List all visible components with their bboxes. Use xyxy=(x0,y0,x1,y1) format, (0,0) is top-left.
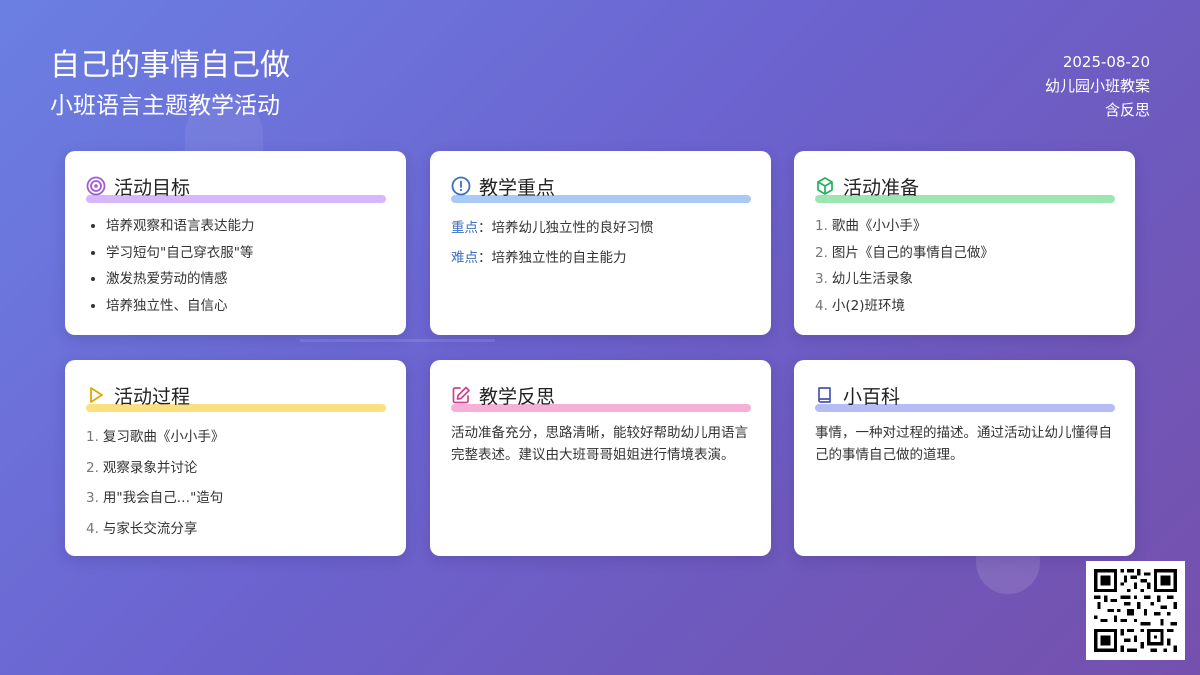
list-item: 2. 图片《自己的事情自己做》 xyxy=(815,244,994,261)
category-label: 幼儿园小班教案 xyxy=(1044,77,1150,95)
card-process: 活动过程 1. 复习歌曲《小小手》 2. 观察录象并讨论 3. 用"我会自己…"造句 … xyxy=(65,360,406,556)
card-title: 活动过程 xyxy=(114,385,191,408)
decorative-line xyxy=(300,339,495,342)
note-label: 含反思 xyxy=(1104,101,1150,119)
card-title: 教学重点 xyxy=(479,176,556,199)
key-label: 重点 xyxy=(451,220,478,236)
card-preparation: 活动准备 1. 歌曲《小小手》 2. 图片《自己的事情自己做》 3. 幼儿生活录象 4… xyxy=(794,151,1135,335)
difficulty-point: 难点：培养独立性的自主能力 xyxy=(451,243,751,273)
page-subtitle: 小班语言主题教学活动 xyxy=(50,93,280,119)
card-title: 小百科 xyxy=(843,385,901,408)
card-encyclopedia: 小百科 事情，一种对过程的描述。通过活动让幼儿懂得自己的事情自己做的道理。 xyxy=(794,360,1135,556)
cube-icon xyxy=(815,176,835,196)
qr-code-graphic xyxy=(1094,569,1177,652)
header-meta: 2025-08-20 幼儿园小班教案 含反思 xyxy=(1045,50,1150,122)
list-item: 4. 小(2)班环境 xyxy=(815,297,906,314)
qr-code-icon[interactable] xyxy=(1086,561,1185,660)
encyclopedia-text: 事情，一种对过程的描述。通过活动让幼儿懂得自己的事情自己做的道理。 xyxy=(815,425,1112,463)
reflection-text: 活动准备充分，思路清晰，能较好帮助幼儿用语言完整表述。建议由大班哥哥姐姐进行情境… xyxy=(451,425,748,463)
list-item: 激发热爱劳动的情感 xyxy=(106,266,386,293)
list-item: 3. 幼儿生活录象 xyxy=(815,271,913,287)
date-label: 2025-08-20 xyxy=(1062,53,1150,71)
list-item: 学习短句"自己穿衣服"等 xyxy=(106,240,386,267)
card-title: 活动准备 xyxy=(843,176,920,199)
list-item: 4. 与家长交流分享 xyxy=(86,520,198,537)
list-item: 2. 观察录象并讨论 xyxy=(86,459,198,476)
alert-circle-icon xyxy=(451,176,471,196)
play-icon xyxy=(86,385,106,405)
list-item: 1. 复习歌曲《小小手》 xyxy=(86,429,225,445)
list-item: 3. 用"我会自己…"造句 xyxy=(86,490,224,506)
book-icon xyxy=(815,385,835,405)
process-list: 1. 复习歌曲《小小手》 2. 观察录象并讨论 3. 用"我会自己…"造句 4. 与家长… xyxy=(86,422,386,544)
key-point: 重点：培养幼儿独立性的良好习惯 xyxy=(451,213,751,243)
key-text: ：培养幼儿独立性的良好习惯 xyxy=(478,220,654,236)
difficulty-label: 难点 xyxy=(451,250,478,266)
list-item: 培养独立性、自信心 xyxy=(106,293,386,320)
edit-icon xyxy=(451,385,471,405)
card-reflection: 教学反思 活动准备充分，思路清晰，能较好帮助幼儿用语言完整表述。建议由大班哥哥姐… xyxy=(430,360,771,556)
target-icon xyxy=(86,176,106,196)
header: 自己的事情自己做 小班语言主题教学活动 xyxy=(50,46,290,122)
goals-list: 培养观察和语言表达能力 学习短句"自己穿衣服"等 激发热爱劳动的情感 培养独立性… xyxy=(86,213,386,319)
difficulty-text: ：培养独立性的自主能力 xyxy=(478,250,627,266)
card-goals: 活动目标 培养观察和语言表达能力 学习短句"自己穿衣服"等 激发热爱劳动的情感 … xyxy=(65,151,406,335)
card-title: 活动目标 xyxy=(114,176,191,199)
card-focus: 教学重点 重点：培养幼儿独立性的良好习惯 难点：培养独立性的自主能力 xyxy=(430,151,771,335)
card-title: 教学反思 xyxy=(479,385,556,408)
page-title: 自己的事情自己做 xyxy=(50,48,290,83)
prep-list: 1. 歌曲《小小手》 2. 图片《自己的事情自己做》 3. 幼儿生活录象 4. 小(2)… xyxy=(815,213,1115,319)
list-item: 培养观察和语言表达能力 xyxy=(106,213,386,240)
list-item: 1. 歌曲《小小手》 xyxy=(815,218,927,234)
